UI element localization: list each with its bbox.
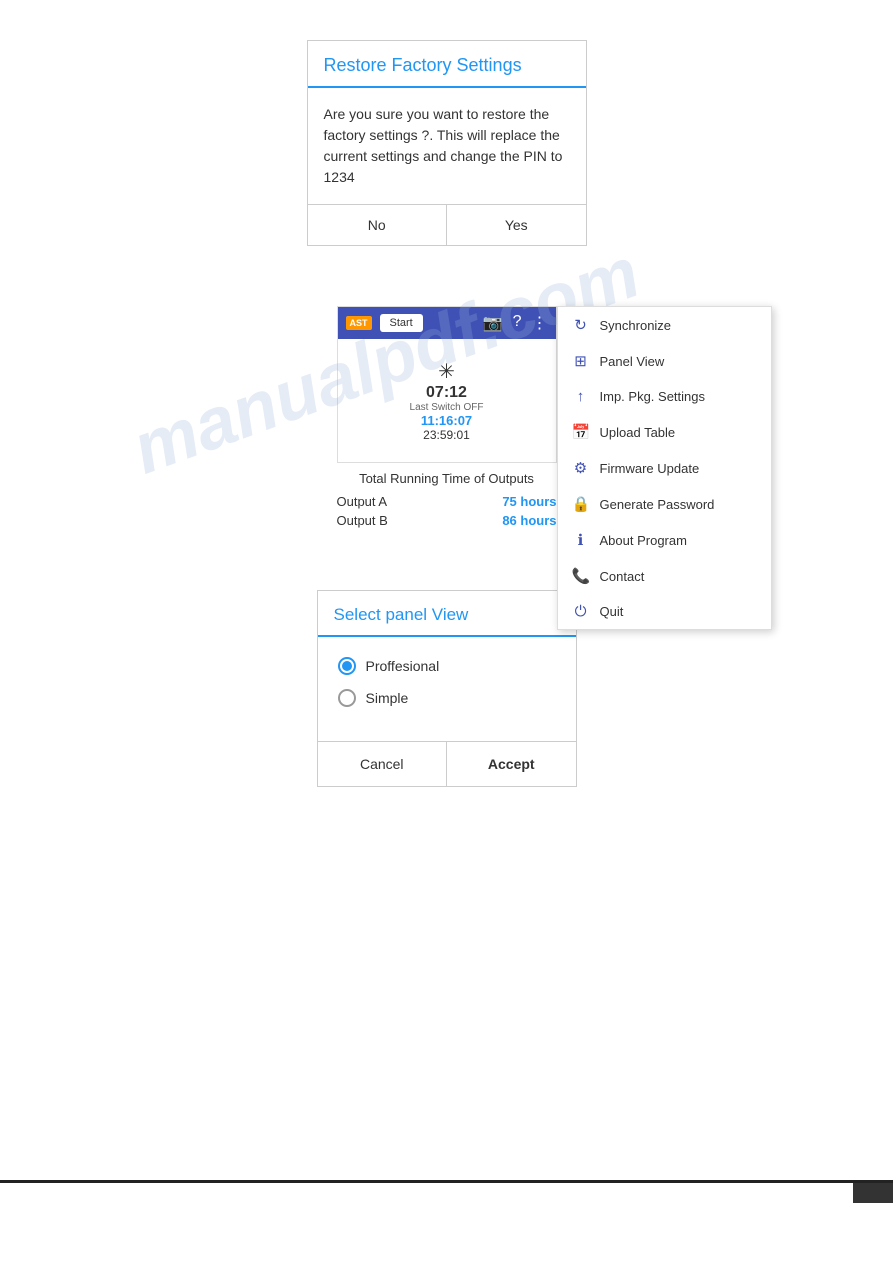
help-icon[interactable]: ?	[513, 313, 522, 333]
menu-item-quit[interactable]: ⏻ Quit	[558, 594, 771, 629]
restore-dialog-body: Are you sure you want to restore the fac…	[308, 88, 586, 205]
about-icon: ℹ	[572, 531, 590, 549]
panel-accept-button[interactable]: Accept	[447, 742, 576, 786]
generate-password-label: Generate Password	[600, 497, 715, 512]
table-row: Output A 75 hours	[337, 492, 557, 511]
radio-simple[interactable]: Simple	[338, 689, 556, 707]
app-section: AST Start 📷 ? ⋮ ✳ 07:12 Last Switch OFF …	[0, 306, 893, 463]
panel-view-icon: ⊞	[572, 352, 590, 370]
menu-item-imp-pkg[interactable]: ↑ Imp. Pkg. Settings	[558, 379, 771, 414]
quit-label: Quit	[600, 604, 624, 619]
time-section: ✳ 07:12 Last Switch OFF 11:16:07 23:59:0…	[348, 349, 546, 452]
panel-buttons: Cancel Accept	[318, 741, 576, 786]
app-content: ✳ 07:12 Last Switch OFF 11:16:07 23:59:0…	[338, 339, 556, 462]
menu-item-firmware-update[interactable]: ⚙ Firmware Update	[558, 450, 771, 486]
sun-icon: ✳	[348, 359, 546, 384]
app-logo: AST	[346, 316, 372, 330]
bottom-bar	[0, 1180, 893, 1183]
simple-label: Simple	[366, 690, 409, 706]
output-b-label: Output B	[337, 513, 388, 528]
panel-view-label: Panel View	[600, 354, 665, 369]
about-label: About Program	[600, 533, 687, 548]
output-a-label: Output A	[337, 494, 388, 509]
upload-table-icon: 📅	[572, 423, 590, 441]
menu-item-about[interactable]: ℹ About Program	[558, 522, 771, 558]
restore-dialog-section: Restore Factory Settings Are you sure yo…	[0, 0, 893, 246]
running-time-title: Total Running Time of Outputs	[359, 471, 534, 486]
menu-item-synchronize[interactable]: ↻ Synchronize	[558, 307, 771, 343]
menu-item-upload-table[interactable]: 📅 Upload Table	[558, 414, 771, 450]
imp-pkg-icon: ↑	[572, 388, 590, 405]
app-toolbar-icons: 📷 ? ⋮	[483, 313, 548, 333]
quit-icon: ⏻	[572, 603, 590, 620]
panel-options: Proffesional Simple	[318, 637, 576, 741]
firmware-icon: ⚙	[572, 459, 590, 477]
app-toolbar: AST Start 📷 ? ⋮	[338, 307, 556, 339]
restore-yes-button[interactable]: Yes	[447, 205, 586, 245]
restore-dialog: Restore Factory Settings Are you sure yo…	[307, 40, 587, 246]
contact-icon: 📞	[572, 567, 590, 585]
output-a-value: 75 hours	[502, 494, 556, 509]
professional-label: Proffesional	[366, 658, 440, 674]
output-b-value: 86 hours	[502, 513, 556, 528]
synchronize-icon: ↻	[572, 316, 590, 334]
more-icon[interactable]: ⋮	[532, 313, 548, 333]
menu-item-contact[interactable]: 📞 Contact	[558, 558, 771, 594]
panel-cancel-button[interactable]: Cancel	[318, 742, 448, 786]
menu-item-generate-password[interactable]: 🔒 Generate Password	[558, 486, 771, 522]
panel-dialog-title: Select panel View	[318, 591, 576, 637]
switch-label: Last Switch OFF	[348, 402, 546, 413]
secondary-time: 23:59:01	[348, 428, 546, 442]
radio-professional[interactable]: Proffesional	[338, 657, 556, 675]
radio-professional-circle[interactable]	[338, 657, 356, 675]
imp-pkg-label: Imp. Pkg. Settings	[600, 389, 706, 404]
app-start-button[interactable]: Start	[380, 314, 423, 332]
dropdown-menu: ↻ Synchronize ⊞ Panel View ↑ Imp. Pkg. S…	[557, 306, 772, 630]
app-container: AST Start 📷 ? ⋮ ✳ 07:12 Last Switch OFF …	[337, 306, 557, 463]
table-row: Output B 86 hours	[337, 511, 557, 530]
restore-no-button[interactable]: No	[308, 205, 448, 245]
camera-icon[interactable]: 📷	[483, 313, 503, 333]
panel-dialog: Select panel View Proffesional Simple Ca…	[317, 590, 577, 787]
restore-dialog-buttons: No Yes	[308, 205, 586, 245]
synchronize-label: Synchronize	[600, 318, 672, 333]
radio-simple-circle[interactable]	[338, 689, 356, 707]
password-icon: 🔒	[572, 495, 590, 513]
upload-table-label: Upload Table	[600, 425, 676, 440]
switch-time: 11:16:07	[348, 413, 546, 428]
restore-dialog-title: Restore Factory Settings	[308, 41, 586, 88]
running-time-table: Output A 75 hours Output B 86 hours	[337, 492, 557, 530]
bottom-right-block	[853, 1183, 893, 1203]
time-display: 07:12	[348, 384, 546, 402]
contact-label: Contact	[600, 569, 645, 584]
menu-item-panel-view[interactable]: ⊞ Panel View	[558, 343, 771, 379]
firmware-label: Firmware Update	[600, 461, 700, 476]
